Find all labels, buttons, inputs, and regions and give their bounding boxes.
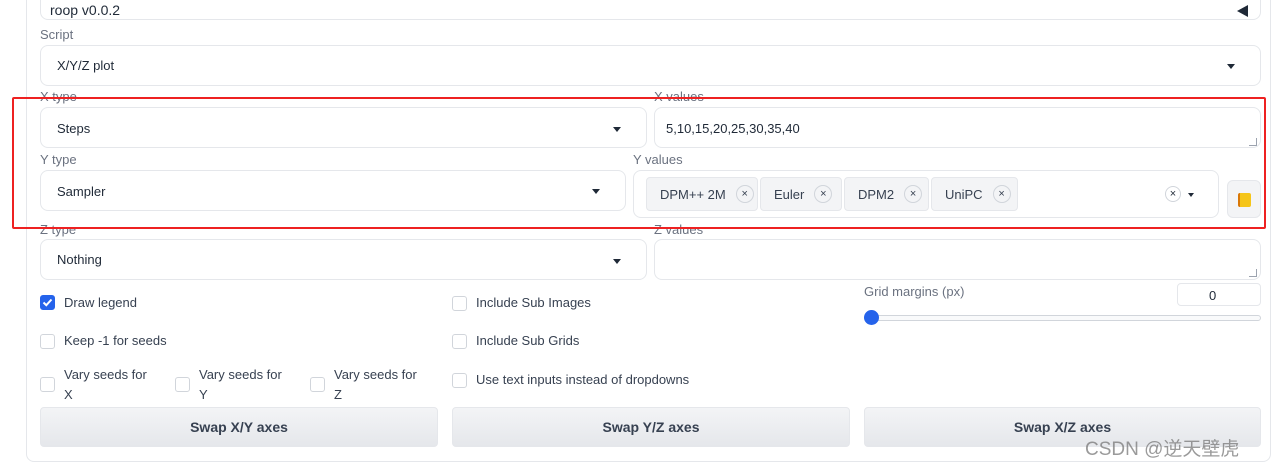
- vary-seeds-y-axis: Y: [199, 387, 208, 402]
- check-icon: [42, 298, 53, 307]
- x-type-label: X type: [40, 89, 77, 104]
- remove-chip-icon[interactable]: ×: [904, 185, 923, 203]
- vary-seeds-x-axis: X: [64, 387, 73, 402]
- x-values-label: X values: [654, 89, 704, 104]
- x-values-text: 5,10,15,20,25,30,35,40: [666, 121, 800, 136]
- remove-chip-icon[interactable]: ×: [814, 185, 833, 203]
- grid-margins-label: Grid margins (px): [864, 284, 965, 299]
- roop-label: roop v0.0.2: [50, 2, 121, 18]
- vary-seeds-z-label: Vary seeds for: [334, 367, 417, 382]
- chevron-down-icon: [1227, 64, 1235, 69]
- chevron-down-icon[interactable]: [1188, 193, 1194, 197]
- grid-margins-value: 0: [1209, 288, 1217, 303]
- y-value-chip: UniPC ×: [931, 177, 1018, 211]
- x-values-input[interactable]: 5,10,15,20,25,30,35,40: [654, 107, 1261, 148]
- script-dropdown[interactable]: X/Y/Z plot: [40, 45, 1261, 86]
- clear-all-icon[interactable]: ×: [1165, 186, 1181, 202]
- z-type-dropdown[interactable]: Nothing: [40, 239, 647, 280]
- chip-label: UniPC: [945, 186, 983, 202]
- chevron-down-icon: [613, 259, 621, 264]
- resize-handle-icon[interactable]: [1249, 138, 1257, 146]
- remove-chip-icon[interactable]: ×: [992, 185, 1011, 203]
- script-value: X/Y/Z plot: [57, 58, 115, 73]
- notebook-icon: [1238, 193, 1251, 207]
- vary-seeds-z-checkbox[interactable]: [310, 377, 325, 392]
- keep-seeds-checkbox[interactable]: [40, 334, 55, 349]
- grid-margins-number-input[interactable]: 0: [1177, 283, 1261, 306]
- watermark: CSDN @逆天壁虎: [1085, 439, 1240, 460]
- grid-margins-slider-thumb[interactable]: [864, 310, 879, 325]
- y-type-value: Sampler: [57, 184, 106, 199]
- text-inputs-label: Use text inputs instead of dropdowns: [476, 372, 690, 387]
- y-value-chip: DPM2 ×: [844, 177, 929, 211]
- chip-label: DPM2: [858, 186, 895, 202]
- collapse-triangle-icon[interactable]: [1237, 5, 1248, 17]
- x-type-dropdown[interactable]: Steps: [40, 107, 647, 148]
- script-label: Script: [40, 27, 74, 42]
- chip-label: DPM++ 2M: [660, 186, 726, 202]
- chevron-down-icon: [592, 189, 600, 194]
- y-type-label: Y type: [40, 152, 77, 167]
- roop-accordion[interactable]: roop v0.0.2: [40, 0, 1261, 20]
- chevron-down-icon: [613, 127, 621, 132]
- draw-legend-checkbox[interactable]: [40, 295, 55, 310]
- remove-chip-icon[interactable]: ×: [735, 185, 754, 203]
- grid-margins-slider-track[interactable]: [864, 315, 1261, 321]
- x-type-value: Steps: [57, 121, 91, 136]
- y-value-chip: Euler ×: [760, 177, 842, 211]
- swap-yz-button[interactable]: Swap Y/Z axes: [452, 407, 850, 447]
- vary-seeds-y-label: Vary seeds for: [199, 367, 282, 382]
- text-inputs-checkbox[interactable]: [452, 373, 467, 388]
- include-sub-grids-checkbox[interactable]: [452, 334, 467, 349]
- vary-seeds-x-label: Vary seeds for: [64, 367, 147, 382]
- keep-seeds-label: Keep -1 for seeds: [64, 333, 167, 348]
- z-values-input[interactable]: [654, 239, 1261, 280]
- vary-seeds-x-checkbox[interactable]: [40, 377, 55, 392]
- z-type-value: Nothing: [57, 252, 102, 267]
- vary-seeds-y-checkbox[interactable]: [175, 377, 190, 392]
- y-value-chip: DPM++ 2M ×: [646, 177, 758, 211]
- swap-xy-button[interactable]: Swap X/Y axes: [40, 407, 438, 447]
- z-type-label: Z type: [40, 222, 77, 237]
- include-sub-images-checkbox[interactable]: [452, 296, 467, 311]
- y-values-label: Y values: [633, 152, 683, 167]
- chip-label: Euler: [774, 186, 805, 202]
- resize-handle-icon[interactable]: [1249, 269, 1257, 277]
- draw-legend-label: Draw legend: [64, 295, 137, 310]
- include-sub-grids-label: Include Sub Grids: [476, 333, 580, 348]
- fill-values-button[interactable]: [1227, 180, 1261, 218]
- z-values-label: Z values: [654, 222, 704, 237]
- vary-seeds-z-axis: Z: [334, 387, 342, 402]
- y-type-dropdown[interactable]: Sampler: [40, 170, 626, 211]
- include-sub-images-label: Include Sub Images: [476, 295, 591, 310]
